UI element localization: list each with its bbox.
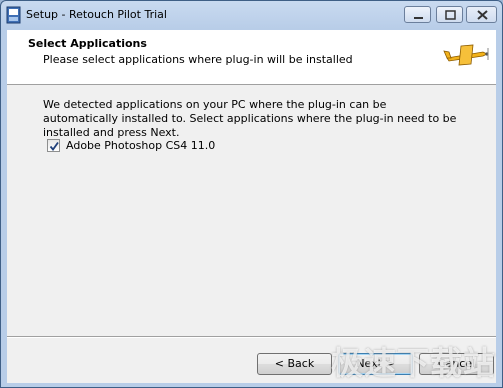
wizard-client-area: Select Applications Please select applic… [7,30,496,383]
photoshop-checkbox[interactable] [47,139,60,152]
setup-app-icon [6,6,21,24]
photoshop-checkbox-label[interactable]: Adobe Photoshop CS4 11.0 [66,139,215,152]
maximize-button[interactable] [436,6,463,23]
page-subtitle: Please select applications where plug-in… [43,53,353,66]
minimize-button[interactable] [404,6,431,23]
minimize-icon [414,17,423,19]
airplane-icon [443,44,489,66]
setup-window: Setup - Retouch Pilot Trial Select Appli… [0,0,503,388]
wizard-header: Select Applications Please select applic… [7,30,496,85]
window-title: Setup - Retouch Pilot Trial [26,8,167,21]
checkmark-icon [49,141,59,151]
close-icon [477,10,488,20]
maximize-icon [445,10,456,20]
close-button[interactable] [466,6,497,23]
watermark-text: 极速下载站 [331,344,497,382]
page-title: Select Applications [28,37,147,50]
back-button[interactable]: < Back [257,353,332,375]
title-bar[interactable]: Setup - Retouch Pilot Trial [1,1,502,30]
detection-description: We detected applications on your PC wher… [43,98,457,139]
